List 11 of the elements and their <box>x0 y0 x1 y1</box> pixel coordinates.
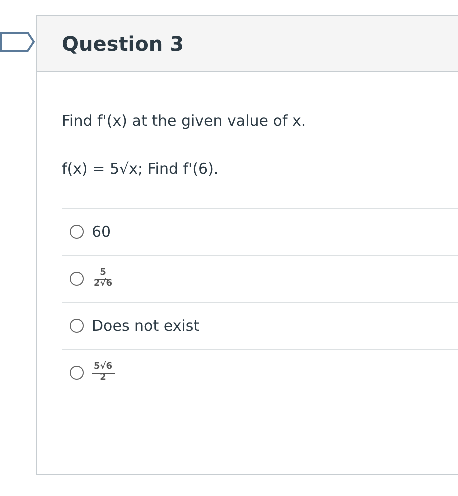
question-title: Question 3 <box>62 32 184 56</box>
radio-button[interactable] <box>70 272 84 286</box>
answer-fraction: 5 2√6 <box>93 268 114 290</box>
answer-label: 60 <box>92 223 112 241</box>
question-prompt: Find f'(x) at the given value of x. <box>62 112 308 130</box>
answer-label: Does not exist <box>92 317 200 335</box>
flag-icon[interactable] <box>0 31 36 53</box>
radio-button[interactable] <box>70 319 84 333</box>
radio-button[interactable] <box>70 366 84 380</box>
question-formula: f(x) = 5√x; Find f'(6). <box>62 160 220 178</box>
radio-button[interactable] <box>70 225 84 239</box>
